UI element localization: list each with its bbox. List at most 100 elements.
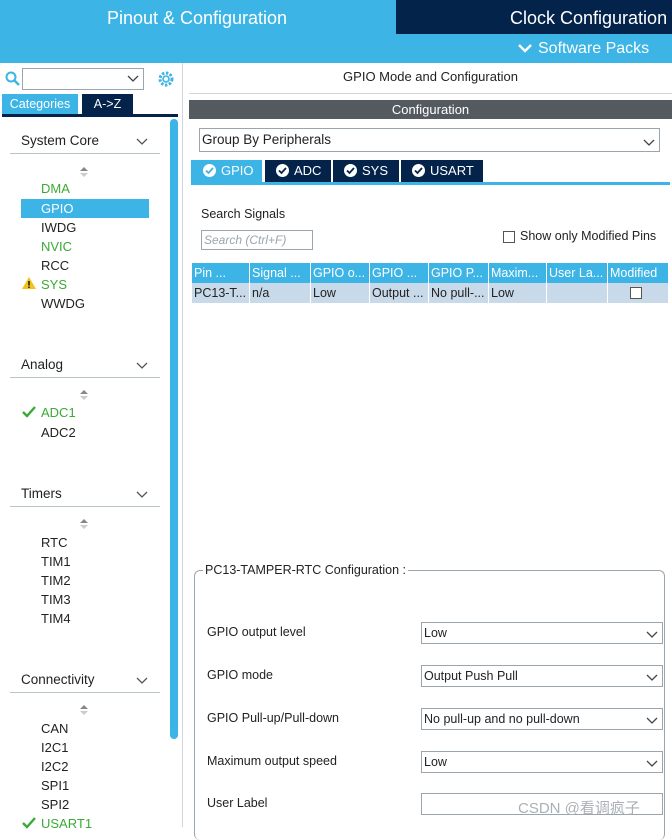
tab-adc[interactable]: ADC [265,160,331,182]
mode-configuration-pane: GPIO Mode and Configuration Configuratio… [189,63,672,840]
search-signals-input[interactable]: Search (Ctrl+F) [201,230,313,250]
list-item-tim1[interactable]: TIM1 [41,552,71,571]
table-cell: PC13-T... [192,283,250,303]
tab-gpio[interactable]: GPIO [191,160,262,182]
divider [189,93,672,94]
chevron-down-icon[interactable] [136,359,148,374]
chevron-down-icon[interactable] [646,712,658,732]
top-bar: Pinout & Configuration Clock Configurati… [0,0,672,63]
check-icon [21,816,37,832]
chevron-down-icon[interactable] [646,626,658,646]
tab-underline [191,182,670,185]
show-modified-label: Show only Modified Pins [520,229,657,243]
gpio-output-level-select[interactable]: Low [421,622,663,644]
list-item-spi2[interactable]: SPI2 [41,795,69,814]
chevron-down-icon[interactable] [136,674,148,689]
gpio-pull-select[interactable]: No pull-up and no pull-down [421,708,663,730]
chevron-down-icon[interactable] [646,669,658,689]
list-item-tim3[interactable]: TIM3 [41,590,71,609]
column-header[interactable]: Pin ... [192,263,250,283]
column-header[interactable]: GPIO ... [370,263,429,283]
list-item-sys[interactable]: SYS [41,275,67,294]
chevron-down-icon[interactable] [646,755,658,775]
tab-usart[interactable]: USART [401,160,483,182]
chevron-down-icon[interactable] [643,133,655,155]
column-header[interactable]: GPIO o... [311,263,370,283]
gear-icon[interactable] [157,70,175,88]
column-header[interactable]: Signal ... [250,263,311,283]
sort-icon[interactable] [79,704,89,716]
tab-clock-configuration[interactable]: Clock Configuration [396,0,672,34]
select-value: Low [424,626,447,640]
chevron-down-icon[interactable] [136,135,148,150]
field-label: GPIO output level [207,625,306,639]
list-item-tim2[interactable]: TIM2 [41,571,71,590]
chevron-down-icon[interactable] [136,488,148,503]
group-title-analog[interactable]: Analog [21,357,63,372]
page-title: GPIO Mode and Configuration [343,69,518,84]
check-circle-icon [344,164,357,177]
modified-checkbox[interactable] [630,287,642,299]
tab-a-to-z[interactable]: A->Z [82,94,133,114]
group-divider [10,692,160,693]
chevron-down-icon[interactable] [127,72,139,87]
check-icon [21,405,37,421]
tab-pinout-configuration[interactable]: Pinout & Configuration [0,0,394,35]
group-by-value: Group By Peripherals [202,132,332,147]
list-item-adc2[interactable]: ADC2 [41,423,76,442]
column-header[interactable]: User La... [547,263,608,283]
tab-gpio-label: GPIO [221,163,254,178]
chevron-down-icon [518,36,532,62]
sort-icon[interactable] [79,389,89,401]
list-item-i2c1[interactable]: I2C1 [41,738,68,757]
software-packs-label: Software Packs [538,40,650,57]
group-divider [10,153,160,154]
sort-icon[interactable] [79,166,89,178]
list-item-can[interactable]: CAN [41,719,68,738]
column-header[interactable]: Maxim... [489,263,547,283]
tab-adc-label: ADC [294,163,322,178]
list-item-spi1[interactable]: SPI1 [41,776,69,795]
tab-underline [2,114,178,117]
list-item-nvic[interactable]: NVIC [41,237,72,256]
table-header: Pin ... Signal ... GPIO o... GPIO ... GP… [192,263,668,283]
group-title-connectivity[interactable]: Connectivity [21,672,95,687]
search-icon[interactable] [5,71,21,87]
configuration-header: Configuration [189,100,672,119]
list-item-wwdg[interactable]: WWDG [41,294,85,313]
search-signals-label: Search Signals [201,207,286,221]
group-by-select[interactable]: Group By Peripherals [199,128,660,152]
field-label: GPIO mode [207,668,273,682]
max-output-speed-select[interactable]: Low [421,751,663,773]
group-title-system-core[interactable]: System Core [21,133,99,148]
list-item-i2c2[interactable]: I2C2 [41,757,68,776]
list-item-tim4[interactable]: TIM4 [41,609,71,628]
select-value: Output Push Pull [424,669,518,683]
gpio-mode-select[interactable]: Output Push Pull [421,665,663,687]
field-label: Maximum output speed [207,754,337,768]
tab-categories[interactable]: Categories [2,94,78,114]
list-item-rtc[interactable]: RTC [41,533,67,552]
column-header[interactable]: Modified [608,263,668,283]
select-value: No pull-up and no pull-down [424,712,580,726]
software-packs-menu[interactable]: Software Packs [518,36,649,62]
list-item-adc1[interactable]: ADC1 [41,403,76,422]
check-circle-icon [412,164,425,177]
category-search-input[interactable] [22,68,144,90]
group-title-timers[interactable]: Timers [21,486,62,501]
sort-icon[interactable] [79,518,89,530]
tab-sys[interactable]: SYS [333,160,399,182]
column-header[interactable]: GPIO P... [429,263,489,283]
table-row[interactable]: PC13-T... n/a Low Output ... No pull-...… [192,283,668,303]
table-cell: No pull-... [429,283,489,303]
list-item-gpio[interactable]: GPIO [21,199,149,218]
table-cell [547,283,608,303]
category-scrollbar-thumb[interactable] [170,119,178,739]
list-item-rcc[interactable]: RCC [41,256,69,275]
table-cell: Output ... [370,283,429,303]
list-item-dma[interactable]: DMA [41,179,70,198]
list-item-usart1[interactable]: USART1 [41,814,92,833]
table-cell: Low [489,283,547,303]
show-modified-checkbox[interactable] [503,231,515,243]
list-item-iwdg[interactable]: IWDG [41,218,76,237]
